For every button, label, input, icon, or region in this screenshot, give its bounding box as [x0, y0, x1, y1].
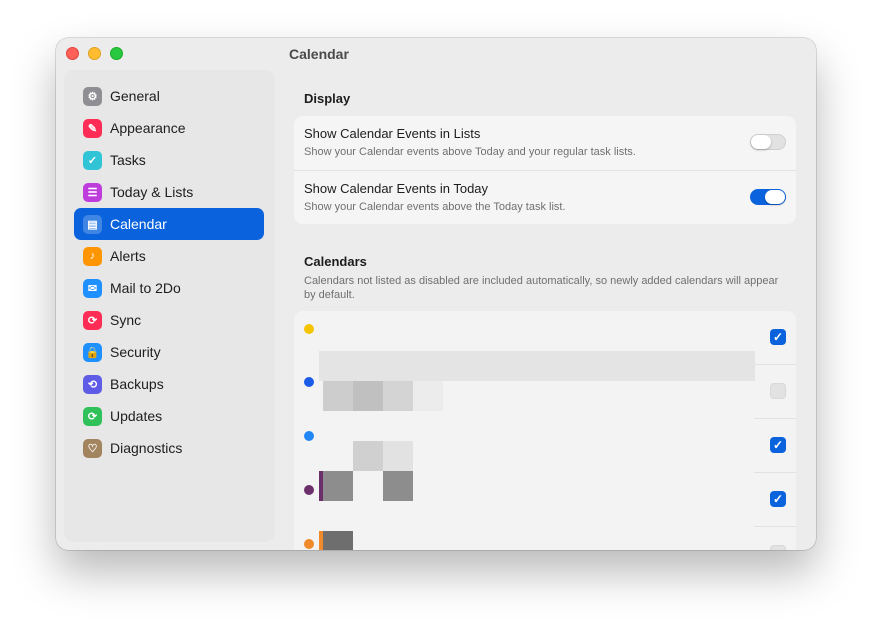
setting-subtitle: Show your Calendar events above the Toda… — [304, 201, 566, 213]
sidebar-item-appearance[interactable]: ✎ Appearance — [74, 112, 264, 144]
row-separator — [754, 526, 796, 527]
calendar-color-dot — [304, 377, 314, 387]
sidebar-item-sync[interactable]: ⟳ Sync — [74, 304, 264, 336]
redacted-block — [323, 531, 353, 550]
window-title: Calendar — [289, 46, 349, 62]
row-separator — [754, 418, 796, 419]
calendar-enabled-checkbox[interactable]: ✓ — [770, 491, 786, 507]
sidebar-item-tasks[interactable]: ✓ Tasks — [74, 144, 264, 176]
row-separator — [754, 364, 796, 365]
redacted-block — [383, 441, 413, 471]
events-in-lists-toggle[interactable] — [750, 134, 786, 150]
list-icon: ☰ — [83, 182, 102, 202]
toggle-knob — [751, 135, 771, 149]
sidebar-item-general[interactable]: ⚙ General — [74, 80, 264, 112]
sidebar-item-label: Appearance — [110, 120, 186, 136]
calendar-enabled-checkbox[interactable]: ✓ — [770, 329, 786, 345]
redacted-block — [353, 381, 383, 411]
display-settings-card: Show Calendar Events in Lists Show your … — [294, 116, 796, 224]
calendar-icon: ▤ — [83, 214, 102, 234]
sync-icon: ⟳ — [83, 310, 102, 330]
setting-subtitle: Show your Calendar events above Today an… — [304, 146, 636, 158]
sidebar-item-today-lists[interactable]: ☰ Today & Lists — [74, 176, 264, 208]
calendar-color-dot — [304, 539, 314, 549]
sidebar-item-calendar[interactable]: ▤ Calendar — [74, 208, 264, 240]
sidebar-item-security[interactable]: 🔒 Security — [74, 336, 264, 368]
toggle-knob — [765, 190, 785, 204]
sidebar-item-label: Tasks — [110, 152, 146, 168]
row-separator — [754, 472, 796, 473]
redacted-block — [323, 471, 353, 501]
calendar-color-dot — [304, 324, 314, 334]
sidebar-item-updates[interactable]: ⟳ Updates — [74, 400, 264, 432]
redacted-block — [383, 381, 413, 411]
setting-title: Show Calendar Events in Today — [304, 181, 489, 196]
sidebar-item-diagnostics[interactable]: ♡ Diagnostics — [74, 432, 264, 464]
redacted-block — [323, 381, 353, 411]
redacted-block — [353, 441, 383, 471]
setting-row-events-in-lists: Show Calendar Events in Lists Show your … — [294, 116, 796, 170]
sidebar-item-label: Security — [110, 344, 161, 360]
calendar-color-dot — [304, 485, 314, 495]
sidebar-item-label: Today & Lists — [110, 184, 194, 200]
zoom-window-button[interactable] — [110, 47, 123, 60]
sidebar-item-label: General — [110, 88, 160, 104]
setting-title: Show Calendar Events in Lists — [304, 126, 481, 141]
sidebar-item-backups[interactable]: ⟲ Backups — [74, 368, 264, 400]
calendar-settings-pane: Display Show Calendar Events in Lists Sh… — [275, 70, 816, 550]
stethoscope-icon: ♡ — [83, 438, 102, 458]
sidebar-item-mail-to-2do[interactable]: ✉ Mail to 2Do — [74, 272, 264, 304]
minimize-window-button[interactable] — [88, 47, 101, 60]
sidebar-item-alerts[interactable]: ♪ Alerts — [74, 240, 264, 272]
lock-icon: 🔒 — [83, 342, 102, 362]
calendar-color-dot — [304, 431, 314, 441]
events-in-today-toggle[interactable] — [750, 189, 786, 205]
redacted-block — [383, 471, 413, 501]
sidebar-item-label: Backups — [110, 376, 164, 392]
sidebar-item-label: Updates — [110, 408, 163, 424]
sidebar-item-label: Alerts — [110, 248, 146, 264]
bell-icon: ♪ — [83, 246, 102, 266]
envelope-icon: ✉ — [83, 278, 102, 298]
calendars-description: Calendars not listed as disabled are inc… — [304, 275, 779, 301]
calendar-enabled-checkbox[interactable] — [770, 383, 786, 399]
sidebar: ⚙ General ✎ Appearance ✓ Tasks ☰ Today & Lists ▤… — [64, 70, 275, 542]
sidebar-item-label: Sync — [110, 312, 142, 328]
checkmark-circle-icon: ✓ — [83, 150, 102, 170]
redacted-block — [413, 381, 443, 411]
sidebar-item-label: Diagnostics — [110, 440, 183, 456]
sidebar-item-label: Mail to 2Do — [110, 280, 181, 296]
sidebar-item-label: Calendar — [110, 216, 167, 232]
calendars-section-title: Calendars — [304, 254, 367, 269]
clock-history-icon: ⟲ — [83, 374, 102, 394]
close-window-button[interactable] — [66, 47, 79, 60]
refresh-icon: ⟳ — [83, 406, 102, 426]
paintbrush-icon: ✎ — [83, 118, 102, 138]
setting-row-events-in-today: Show Calendar Events in Today Show your … — [294, 170, 796, 224]
preferences-window: Calendar ⚙ General ✎ Appearance ✓ Tasks ☰ Today… — [56, 38, 816, 550]
calendar-enabled-checkbox[interactable] — [770, 545, 786, 550]
display-section-title: Display — [304, 91, 351, 106]
calendars-list: ✓ ✓ ✓ — [294, 311, 796, 550]
redacted-calendar-name — [319, 351, 755, 381]
gear-icon: ⚙ — [83, 86, 102, 106]
calendar-enabled-checkbox[interactable]: ✓ — [770, 437, 786, 453]
